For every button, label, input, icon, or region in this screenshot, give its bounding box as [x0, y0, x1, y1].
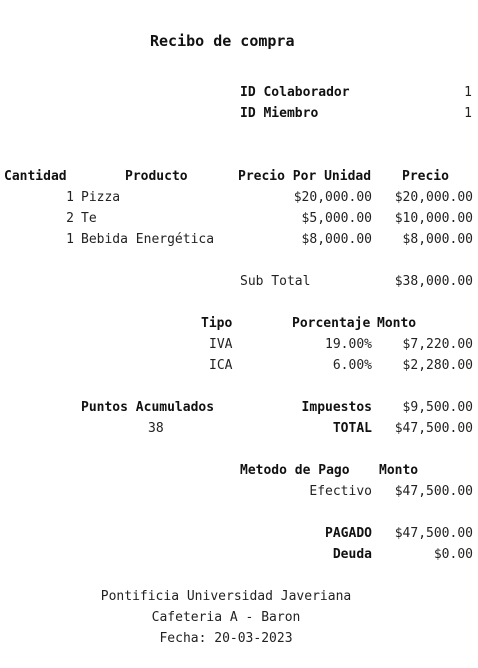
footer-cafeteria: Cafeteria A - Baron	[151, 610, 301, 625]
item-2-product: Te	[81, 211, 97, 226]
header-unit-price: Precio Por Unidad	[238, 169, 372, 184]
item-2-unit-price: $5,000.00	[301, 211, 372, 226]
header-price: Precio	[402, 169, 449, 184]
tax-2-type: ICA	[209, 358, 233, 373]
item-2-qty: 2	[66, 211, 74, 226]
debt-value: $0.00	[433, 547, 473, 562]
taxes-total-value: $9,500.00	[402, 400, 473, 415]
receipt-title: Recibo de compra	[150, 32, 295, 50]
item-1-price: $20,000.00	[394, 190, 473, 205]
debt-label: Deuda	[332, 547, 372, 562]
payment-method: Efectivo	[309, 484, 372, 499]
item-3-price: $8,000.00	[402, 232, 473, 247]
taxes-total-label: Impuestos	[301, 400, 372, 415]
tax-header-type: Tipo	[201, 316, 233, 331]
tax-2-amount: $2,280.00	[402, 358, 473, 373]
member-id-value: 1	[464, 106, 472, 121]
item-3-unit-price: $8,000.00	[301, 232, 372, 247]
total-label: TOTAL	[332, 421, 372, 436]
header-product: Producto	[125, 169, 188, 184]
subtotal-value: $38,000.00	[394, 274, 473, 289]
item-2-price: $10,000.00	[394, 211, 473, 226]
tax-1-amount: $7,220.00	[402, 337, 473, 352]
paid-value: $47,500.00	[394, 526, 473, 541]
total-value: $47,500.00	[394, 421, 473, 436]
tax-header-percent: Porcentaje	[292, 316, 371, 331]
subtotal-label: Sub Total	[240, 274, 311, 289]
tax-1-percent: 19.00%	[325, 337, 372, 352]
tax-2-percent: 6.00%	[332, 358, 372, 373]
collaborator-id-label: ID Colaborador	[240, 85, 350, 100]
item-3-qty: 1	[66, 232, 74, 247]
points-value: 38	[148, 421, 164, 436]
member-id-label: ID Miembro	[240, 106, 319, 121]
paid-label: PAGADO	[325, 526, 372, 541]
payment-amount-header: Monto	[379, 463, 419, 478]
item-1-qty: 1	[66, 190, 74, 205]
footer-date: Fecha: 20-03-2023	[159, 631, 293, 646]
payment-amount: $47,500.00	[394, 484, 473, 499]
item-3-product: Bebida Energética	[81, 232, 215, 247]
points-label: Puntos Acumulados	[81, 400, 215, 415]
header-qty: Cantidad	[4, 169, 67, 184]
footer-university: Pontificia Universidad Javeriana	[100, 589, 352, 604]
collaborator-id-value: 1	[464, 85, 472, 100]
tax-header-amount: Monto	[377, 316, 417, 331]
item-1-unit-price: $20,000.00	[293, 190, 372, 205]
tax-1-type: IVA	[209, 337, 233, 352]
item-1-product: Pizza	[81, 190, 121, 205]
payment-method-header: Metodo de Pago	[240, 463, 350, 478]
